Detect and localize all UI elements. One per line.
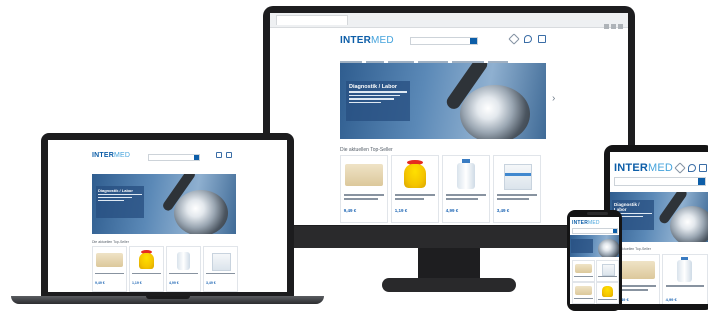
search-button[interactable] <box>613 229 617 233</box>
product-price: 1,19 € <box>394 208 408 213</box>
products-section-title: Die aktuellen Top-Seller <box>92 240 129 244</box>
desktop-monitor-stand-base <box>382 278 516 292</box>
product-price: 9,49 € <box>343 208 357 213</box>
hero-banner[interactable]: Diagnostik / Labor <box>340 63 546 139</box>
logo-text-inter: INTER <box>572 220 588 226</box>
product-card[interactable]: 1,19 € <box>129 246 164 292</box>
cart-icon[interactable] <box>226 152 232 158</box>
logo-text-inter: INTER <box>92 152 114 159</box>
pin-icon[interactable] <box>688 164 696 172</box>
window-controls[interactable] <box>602 16 624 29</box>
product-price: 1,19 € <box>131 281 142 285</box>
disinfectant-bottle-icon <box>677 260 692 282</box>
stethoscope-icon <box>670 206 708 242</box>
main-navigation[interactable] <box>92 164 198 177</box>
search-button[interactable] <box>194 155 199 160</box>
product-price: 4,99 € <box>168 281 179 285</box>
sub-navigation[interactable] <box>340 57 426 70</box>
cart-icon[interactable] <box>538 35 546 43</box>
carousel-dots[interactable] <box>430 132 445 139</box>
product-card[interactable]: 9,49 € <box>92 246 127 292</box>
logo-text-med: MED <box>588 220 600 226</box>
laptop-screen: INTERMED Diagnostik / Labor Die aktuelle… <box>48 140 287 292</box>
hero-banner[interactable] <box>570 235 619 257</box>
site-logo[interactable]: INTERMED <box>572 220 600 226</box>
hero-text-box: Diagnostik / Labor <box>346 81 410 121</box>
tablet-screen: INTERMED Diagnostik / Labor Die aktuelle… <box>610 152 708 304</box>
disinfectant-bottle-icon <box>457 163 475 189</box>
disinfectant-bottle-icon <box>177 252 190 270</box>
product-card[interactable]: 4,99 € <box>442 155 490 223</box>
gloves-icon <box>344 164 384 186</box>
sharps-container-icon <box>602 286 613 297</box>
product-box-icon <box>602 264 615 276</box>
stethoscope-icon <box>174 190 228 234</box>
search-input[interactable] <box>410 37 478 45</box>
products-section-title: Die aktuellen Top-Seller <box>340 147 393 153</box>
product-card[interactable] <box>596 282 619 304</box>
laptop-opening-notch <box>146 296 190 299</box>
search-input[interactable] <box>572 228 618 234</box>
product-price: 4,99 € <box>665 297 677 302</box>
browser-toolbar <box>270 13 628 29</box>
hero-title: Diagnostik / Labor <box>349 84 397 90</box>
product-card[interactable]: 1,19 € <box>391 155 439 223</box>
cart-icon[interactable] <box>699 164 707 172</box>
product-price: 3,49 € <box>205 281 216 285</box>
gloves-icon <box>574 264 593 273</box>
product-price: 4,99 € <box>445 208 459 213</box>
product-card[interactable] <box>596 260 619 282</box>
smartphone-screen: INTERMED <box>570 217 619 304</box>
product-card[interactable]: 3,49 € <box>203 246 238 292</box>
gloves-icon <box>618 261 656 279</box>
logo-text-inter: INTER <box>614 162 648 174</box>
hero-text-box: Diagnostik / Labor <box>96 186 144 218</box>
search-input[interactable] <box>148 154 200 161</box>
gloves-icon <box>95 253 124 267</box>
search-button[interactable] <box>470 38 477 44</box>
product-card[interactable]: 4,99 € <box>166 246 201 292</box>
logo-text-med: MED <box>371 35 394 46</box>
search-input[interactable] <box>614 177 706 186</box>
carousel-next-arrow[interactable]: › <box>552 93 555 104</box>
product-card[interactable] <box>572 260 595 282</box>
product-price: 3,49 € <box>496 208 510 213</box>
hero-banner[interactable]: Diagnostik / Labor <box>610 192 708 242</box>
logo-text-med: MED <box>114 152 131 159</box>
gloves-icon <box>574 286 593 295</box>
hero-banner[interactable]: Diagnostik / Labor <box>92 174 236 234</box>
site-logo[interactable]: INTERMED <box>340 35 394 46</box>
search-button[interactable] <box>698 178 705 185</box>
main-navigation[interactable] <box>340 51 512 64</box>
carousel-dots[interactable] <box>156 228 171 234</box>
hero-text-box <box>571 239 593 253</box>
stethoscope-icon <box>598 239 619 257</box>
pin-icon[interactable] <box>524 35 532 43</box>
product-card[interactable]: 9,49 € <box>340 155 388 223</box>
product-card[interactable] <box>572 282 595 304</box>
desktop-monitor-stand-neck <box>418 248 480 280</box>
product-card[interactable]: 3,49 € <box>493 155 541 223</box>
desktop-screen: INTERMED Diagnostik / Labor › Die aktuel… <box>270 13 628 225</box>
site-logo[interactable]: INTERMED <box>92 152 130 159</box>
sharps-container-icon <box>404 164 426 188</box>
product-box-icon <box>504 164 532 190</box>
warning-icon[interactable] <box>674 162 686 174</box>
hero-title: Diagnostik / Labor <box>98 188 133 193</box>
sharps-container-icon <box>139 253 154 269</box>
site-logo[interactable]: INTERMED <box>614 162 673 174</box>
smartphone-speaker <box>587 212 608 215</box>
logo-text-med: MED <box>648 162 674 174</box>
pin-icon[interactable] <box>216 152 222 158</box>
product-price: 9,49 € <box>94 281 105 285</box>
product-card[interactable]: 4,99 € <box>662 254 708 304</box>
warning-icon[interactable] <box>508 33 520 45</box>
browser-tab[interactable] <box>276 15 348 25</box>
stethoscope-icon <box>460 85 530 139</box>
logo-text-inter: INTER <box>340 35 371 46</box>
product-box-icon <box>212 253 231 271</box>
